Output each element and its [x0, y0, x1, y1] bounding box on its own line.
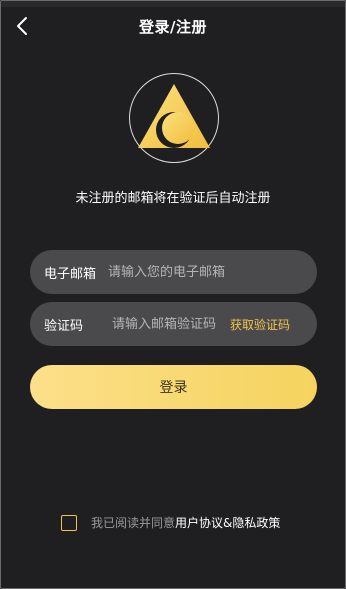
back-button[interactable] — [11, 15, 33, 37]
triangle-moon-logo-icon — [138, 84, 210, 148]
email-field: 电子邮箱 — [30, 250, 317, 294]
header-bar: 登录/注册 — [1, 7, 345, 45]
auto-register-notice: 未注册的邮箱将在验证后自动注册 — [75, 191, 271, 206]
agreement-row: 我已阅读并同意 用户协议 & 隐私政策 — [61, 514, 280, 531]
get-code-button[interactable]: 获取验证码 — [230, 316, 290, 333]
app-screen: 登录/注册 未注册的邮箱将在验证后自动注册 电子邮箱 验证码 获取验证码 登录 … — [0, 0, 346, 589]
agreement-amp: & — [223, 515, 233, 530]
agreement-prefix: 我已阅读并同意 — [91, 516, 176, 530]
terms-link[interactable]: 用户协议 — [175, 514, 223, 531]
email-input[interactable] — [108, 264, 279, 280]
login-button[interactable]: 登录 — [30, 365, 317, 409]
page-title: 登录/注册 — [139, 17, 207, 36]
code-label: 验证码 — [44, 318, 84, 334]
privacy-link[interactable]: 隐私政策 — [232, 514, 280, 531]
app-logo — [129, 73, 219, 163]
code-field: 验证码 获取验证码 — [30, 302, 317, 346]
agreement-checkbox[interactable] — [61, 514, 77, 531]
chevron-left-icon — [17, 17, 27, 35]
code-input[interactable] — [112, 316, 224, 332]
email-label: 电子邮箱 — [44, 266, 97, 282]
